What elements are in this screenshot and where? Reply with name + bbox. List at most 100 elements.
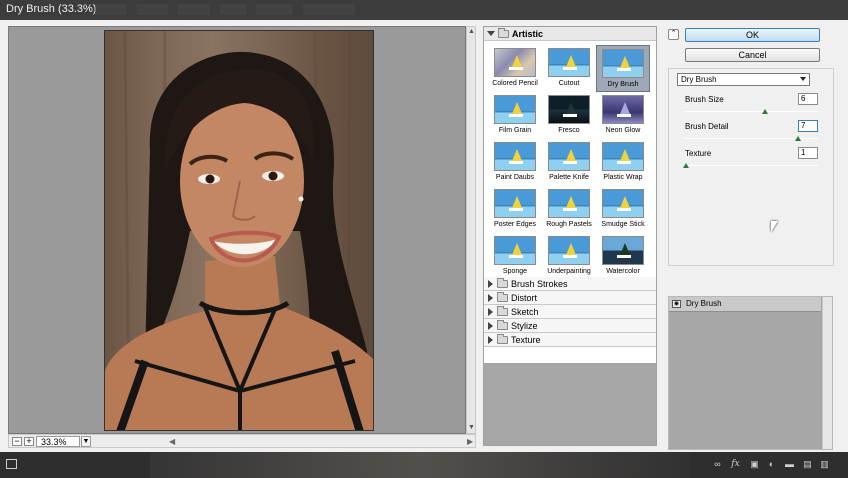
filter-preview-image: [602, 236, 644, 265]
sailboat-icon: [566, 102, 576, 114]
scroll-left-arrow-icon[interactable]: ◀: [169, 437, 175, 446]
mouse-cursor-icon: [771, 221, 778, 232]
app-window-icon[interactable]: [6, 459, 17, 469]
double-chevron-up-icon: ⌃: [670, 30, 677, 37]
cancel-button[interactable]: Cancel: [685, 48, 820, 62]
category-distort[interactable]: Distort: [484, 291, 656, 305]
sailboat-icon: [620, 102, 630, 114]
zoom-dropdown-icon[interactable]: ▼: [81, 436, 91, 447]
brush-detail-slider[interactable]: [685, 136, 818, 141]
layers-scrollbar[interactable]: [822, 297, 832, 449]
filter-thumb-paint-daubs[interactable]: Paint Daubs: [488, 139, 542, 186]
delete-layer-icon[interactable]: ▥: [820, 460, 829, 469]
new-layer-panel-icon[interactable]: ▤: [803, 460, 812, 469]
boat-hull: [617, 161, 631, 164]
filter-thumb-neon-glow[interactable]: Neon Glow: [596, 92, 650, 139]
boat-hull: [617, 114, 631, 117]
boat-hull: [563, 255, 577, 258]
category-texture[interactable]: Texture: [484, 333, 656, 347]
texture-slider[interactable]: [683, 163, 818, 168]
category-label: Brush Strokes: [511, 278, 568, 289]
boat-hull: [509, 255, 523, 258]
preview-footer: − + 33.3% ▼ ◀ ▶: [8, 434, 476, 448]
filter-preview-image: [494, 95, 536, 124]
preview-vertical-scrollbar[interactable]: ▲ ▼: [466, 26, 476, 434]
filter-categories: Brush Strokes Distort Sketch Stylize Texture: [484, 277, 656, 347]
filter-preview-image: [494, 236, 536, 265]
filter-thumb-palette-knife[interactable]: Palette Knife: [542, 139, 596, 186]
filter-thumb-watercolor[interactable]: Watercolor: [596, 233, 650, 280]
texture-slider-thumb[interactable]: [683, 163, 689, 168]
sailboat-icon: [620, 56, 630, 68]
filter-thumb-label: Sponge: [502, 268, 528, 275]
filter-thumb-fresco[interactable]: Fresco: [542, 92, 596, 139]
boat-hull: [509, 161, 523, 164]
folder-group-icon[interactable]: ▬: [785, 460, 794, 469]
filter-thumb-plastic-wrap[interactable]: Plastic Wrap: [596, 139, 650, 186]
mask-icon[interactable]: ▣: [750, 460, 759, 469]
filter-thumb-smudge-stick[interactable]: Smudge Stick: [596, 186, 650, 233]
filter-thumb-cutout[interactable]: Cutout: [542, 45, 596, 92]
brush-size-slider-thumb[interactable]: [762, 109, 768, 114]
category-sketch[interactable]: Sketch: [484, 305, 656, 319]
filter-thumb-label: Cutout: [558, 80, 580, 87]
folder-icon: [497, 333, 508, 344]
eye-icon[interactable]: ◉: [672, 300, 681, 308]
sailboat-icon: [512, 55, 522, 67]
category-label: Sketch: [511, 306, 539, 317]
sailboat-icon: [512, 102, 522, 114]
sailboat-icon: [512, 243, 522, 255]
filter-preview-image: [602, 142, 644, 171]
filter-preview-image: [494, 189, 536, 218]
brush-detail-slider-thumb[interactable]: [795, 136, 801, 141]
category-label: Distort: [511, 292, 538, 303]
filter-thumb-dry-brush[interactable]: Dry Brush: [596, 45, 650, 92]
scroll-right-arrow-icon[interactable]: ▶: [467, 437, 473, 446]
adjustment-icon[interactable]: ◐: [767, 460, 776, 469]
collapse-gallery-button[interactable]: ⌃: [668, 29, 679, 40]
link-icon[interactable]: ∞: [713, 460, 722, 469]
scroll-up-arrow-icon[interactable]: ▲: [468, 28, 475, 36]
filter-select[interactable]: Dry Brush: [677, 73, 810, 86]
category-label: Artistic: [512, 28, 544, 39]
fx-icon[interactable]: fx: [731, 460, 740, 469]
filter-preview-image: [602, 189, 644, 218]
filter-thumb-label: Rough Pastels: [546, 221, 592, 228]
chevron-down-icon: [800, 77, 806, 81]
category-artistic-header[interactable]: Artistic: [484, 27, 656, 41]
brush-detail-input[interactable]: 7: [798, 120, 818, 132]
boat-hull: [509, 67, 523, 70]
category-stylize[interactable]: Stylize: [484, 319, 656, 333]
filter-thumb-film-grain[interactable]: Film Grain: [488, 92, 542, 139]
folder-icon: [497, 291, 508, 302]
filter-thumb-poster-edges[interactable]: Poster Edges: [488, 186, 542, 233]
zoom-out-button[interactable]: −: [12, 437, 22, 446]
zoom-level-field[interactable]: 33.3%: [36, 436, 80, 447]
filter-thumb-rough-pastels[interactable]: Rough Pastels: [542, 186, 596, 233]
background-blur: [150, 452, 690, 478]
filter-thumb-label: Film Grain: [498, 127, 532, 134]
filter-thumb-underpainting[interactable]: Underpainting: [542, 233, 596, 280]
filter-thumb-sponge[interactable]: Sponge: [488, 233, 542, 280]
brush-size-label: Brush Size: [685, 95, 724, 104]
filter-preview-image: [548, 142, 590, 171]
texture-input[interactable]: 1: [798, 147, 818, 159]
zoom-in-button[interactable]: +: [24, 437, 34, 446]
boat-hull: [617, 68, 631, 71]
preview-canvas[interactable]: [8, 26, 466, 434]
collapsed-triangle-icon: [488, 335, 493, 344]
brush-size-slider[interactable]: [685, 109, 818, 114]
boat-hull: [563, 114, 577, 117]
filter-preview-image: [602, 49, 644, 78]
filter-thumb-label: Smudge Stick: [601, 221, 645, 228]
ok-button[interactable]: OK: [685, 28, 820, 42]
applied-filters-list: ◉ Dry Brush: [668, 296, 833, 450]
filter-thumb-colored-pencil[interactable]: Colored Pencil: [488, 45, 542, 92]
brush-size-input[interactable]: 6: [798, 93, 818, 105]
boat-hull: [509, 114, 523, 117]
scroll-down-arrow-icon[interactable]: ▼: [468, 424, 475, 432]
filter-thumb-label: Poster Edges: [493, 221, 537, 228]
filter-preview-image: [494, 48, 536, 77]
sailboat-icon: [620, 243, 630, 255]
filter-layer-row[interactable]: ◉ Dry Brush: [669, 297, 821, 312]
